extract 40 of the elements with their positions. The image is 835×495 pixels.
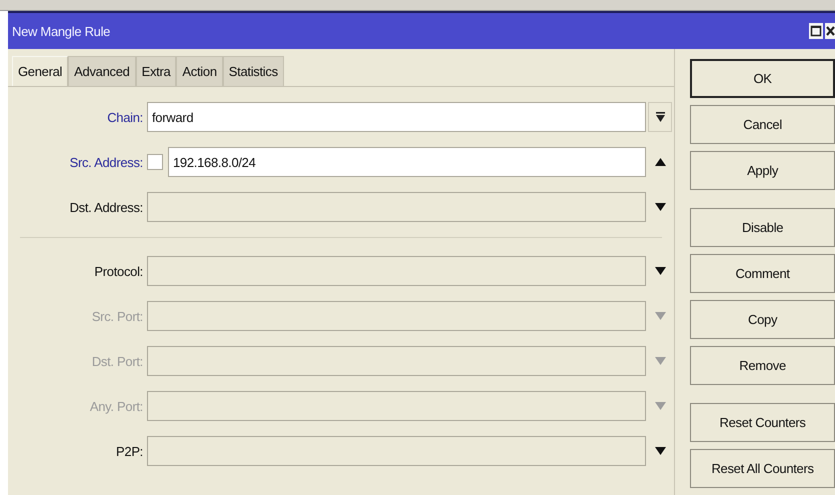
dropdown-arrow-icon[interactable] [654, 447, 666, 455]
field-label: Dst. Address: [68, 200, 144, 214]
input-field[interactable] [147, 391, 646, 421]
window-title: New Mangle Rule [11, 24, 110, 38]
tab[interactable]: Advanced [68, 56, 136, 86]
input-field[interactable] [147, 256, 646, 286]
dropdown-arrow-icon[interactable] [654, 267, 666, 275]
field-label: P2P: [115, 444, 144, 458]
maximize-icon[interactable] [809, 23, 823, 39]
input-field[interactable] [147, 192, 646, 222]
dropdown-button[interactable] [648, 102, 672, 132]
dropdown-icon [656, 112, 665, 122]
field-label: Dst. Port: [90, 354, 144, 368]
tab[interactable]: Action [176, 56, 223, 86]
tab[interactable]: General [12, 56, 68, 86]
dialog-button[interactable]: Remove [690, 346, 835, 385]
field-label: Chain: [106, 110, 144, 124]
input-field[interactable] [147, 301, 646, 331]
input-field[interactable]: 192.168.8.0/24 [168, 147, 646, 177]
field-label: Src. Port: [90, 308, 144, 324]
tab[interactable]: Extra [136, 56, 176, 86]
dialog-button[interactable]: Comment [690, 254, 835, 293]
field-label: Protocol: [93, 264, 144, 278]
close-icon[interactable] [825, 23, 835, 39]
dialog-button[interactable]: Cancel [690, 105, 835, 144]
dialog-button[interactable]: OK [690, 59, 835, 98]
dropdown-arrow-icon[interactable] [654, 203, 666, 211]
field-label: Any. Port: [88, 398, 144, 414]
dialog-button[interactable]: Disable [690, 208, 835, 247]
dialog-button[interactable]: Apply [690, 151, 835, 190]
dialog-button[interactable]: Reset Counters [690, 403, 835, 442]
field-label: Src. Address: [68, 154, 144, 170]
dialog-button[interactable]: Copy [690, 300, 835, 339]
input-field[interactable] [147, 346, 646, 376]
input-field[interactable]: forward [147, 102, 646, 132]
checkbox[interactable] [147, 154, 163, 170]
dialog-button[interactable]: Reset All Counters [690, 449, 835, 488]
tab[interactable]: Statistics [222, 56, 284, 86]
collapse-arrow-icon[interactable] [654, 158, 666, 166]
input-field[interactable] [147, 436, 646, 466]
